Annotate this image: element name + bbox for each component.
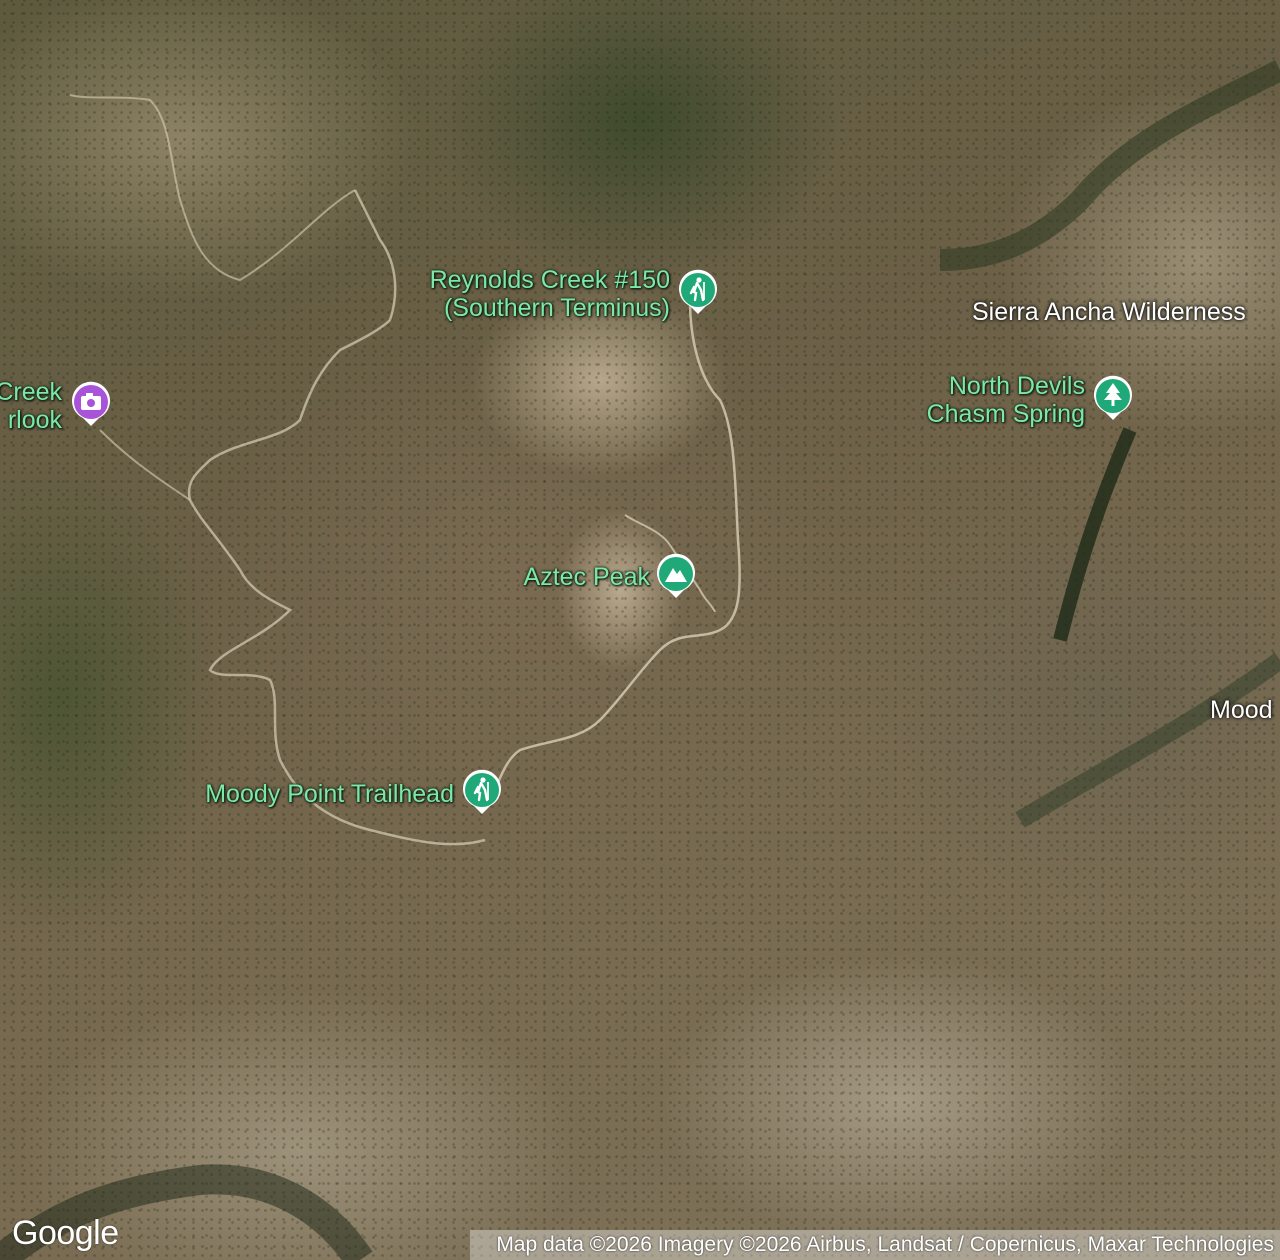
hiker-icon[interactable] xyxy=(678,268,718,316)
ridge-east xyxy=(1015,652,1280,828)
tree-icon[interactable] xyxy=(1093,374,1133,422)
poi-label-aztec: Aztec Peak xyxy=(523,563,650,591)
map-attribution[interactable]: Map data ©2026 Imagery ©2026 Airbus, Lan… xyxy=(470,1230,1280,1260)
poi-label-moody: Moody Point Trailhead xyxy=(205,780,454,808)
mountain-icon[interactable] xyxy=(656,552,696,600)
trail-northwest xyxy=(69,94,356,282)
trail-overlook-spur xyxy=(99,429,191,501)
canyon-east xyxy=(1053,427,1137,642)
region-label-sierra-ancha: Sierra Ancha Wilderness xyxy=(972,298,1246,326)
trails-layer xyxy=(0,60,1280,1260)
satellite-map[interactable]: Reynolds Creek #150 (Southern Terminus) … xyxy=(0,0,1280,1260)
trail-reynolds-moody xyxy=(488,299,741,801)
poi-label-overlook: Creek rlook xyxy=(0,378,62,434)
region-label-mood: Mood xyxy=(1210,696,1273,724)
ridge-ne xyxy=(939,60,1280,271)
poi-label-north-devils: North Devils Chasm Spring xyxy=(926,372,1085,428)
poi-label-reynolds: Reynolds Creek #150 (Southern Terminus) xyxy=(429,266,670,322)
hiker-icon[interactable] xyxy=(462,768,502,816)
camera-icon[interactable] xyxy=(71,380,111,428)
google-logo: Google xyxy=(12,1214,119,1252)
